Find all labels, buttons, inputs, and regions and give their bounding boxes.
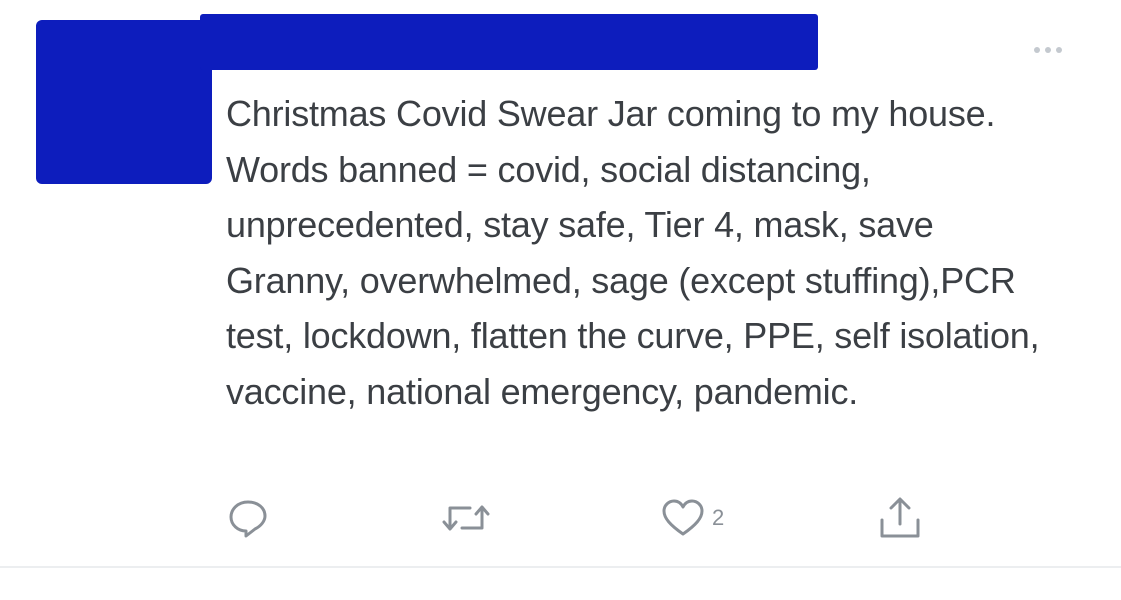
tweet-card: Christmas Covid Swear Jar coming to my h… [0, 0, 1121, 600]
more-dot [1034, 47, 1040, 53]
redacted-avatar [36, 20, 212, 184]
reply-button[interactable] [226, 490, 270, 546]
tweet-actions: 2 [0, 490, 1121, 550]
more-dot [1045, 47, 1051, 53]
retweet-icon [442, 505, 490, 531]
more-dot [1056, 47, 1062, 53]
bottom-divider [0, 566, 1121, 568]
more-options-icon[interactable] [1018, 38, 1078, 62]
like-button[interactable]: 2 [660, 490, 724, 546]
retweet-button[interactable] [440, 490, 492, 546]
reply-icon [229, 500, 267, 538]
tweet-text: Christmas Covid Swear Jar coming to my h… [226, 93, 1050, 412]
share-button[interactable] [876, 490, 924, 546]
share-icon [880, 497, 920, 538]
redacted-username [200, 14, 818, 70]
like-count: 2 [712, 505, 725, 530]
heart-icon [662, 499, 704, 536]
